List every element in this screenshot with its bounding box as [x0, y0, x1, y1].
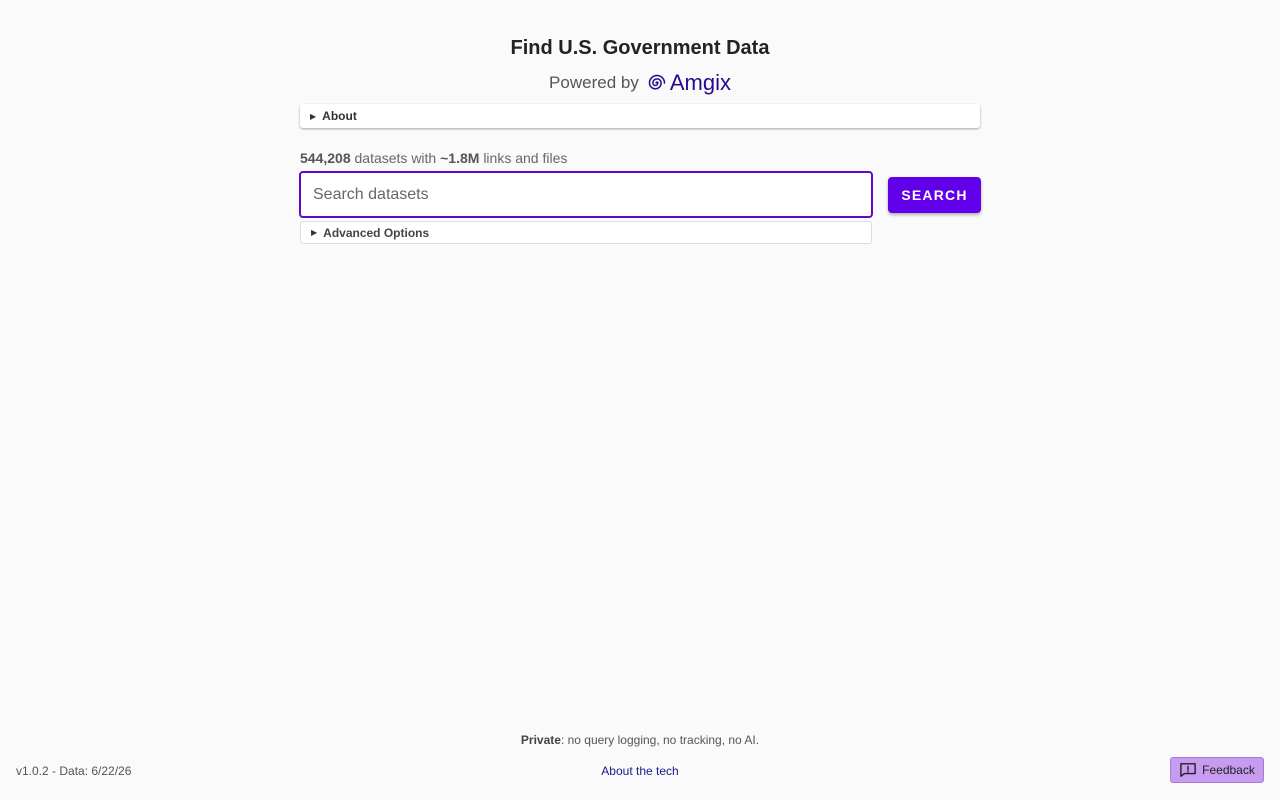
search-input[interactable] — [299, 171, 873, 218]
triangle-right-icon: ▶ — [310, 111, 317, 121]
feedback-label: Feedback — [1202, 763, 1255, 777]
advanced-options-label: Advanced Options — [323, 225, 430, 240]
about-tech-container: About the tech — [0, 764, 1280, 778]
link-count: ~1.8M — [440, 150, 480, 166]
triangle-right-icon: ▶ — [311, 228, 318, 237]
search-button[interactable]: SEARCH — [888, 177, 981, 213]
datasets-with-text: datasets with — [354, 150, 437, 166]
dataset-stats: 544,208 datasets with ~1.8M links and fi… — [300, 150, 567, 166]
privacy-notice: Private: no query logging, no tracking, … — [0, 733, 1280, 747]
privacy-bold: Private — [520, 733, 561, 747]
brand-name: Amgix — [669, 70, 731, 95]
advanced-options-toggle[interactable]: ▶ Advanced Options — [300, 221, 872, 244]
powered-by: Powered by Amgix — [0, 70, 1280, 96]
page-title: Find U.S. Government Data — [510, 37, 770, 59]
dataset-count: 544,208 — [300, 150, 351, 166]
about-tech-link[interactable]: About the tech — [601, 764, 678, 778]
page: Find U.S. Government Data Powered by Amg… — [0, 0, 1280, 800]
header: Find U.S. Government Data Powered by Amg… — [0, 36, 1280, 96]
feedback-icon — [1180, 763, 1196, 777]
privacy-text: : no query logging, no tracking, no AI. — [560, 733, 760, 747]
powered-by-label: Powered by — [549, 73, 639, 92]
spiral-logo-icon — [648, 74, 666, 90]
about-label: About — [322, 109, 357, 123]
links-and-files-text: links and files — [483, 150, 568, 166]
about-toggle[interactable]: ▶ About — [300, 104, 980, 128]
feedback-button[interactable]: Feedback — [1170, 757, 1264, 783]
brand-logo: Amgix — [647, 70, 731, 96]
